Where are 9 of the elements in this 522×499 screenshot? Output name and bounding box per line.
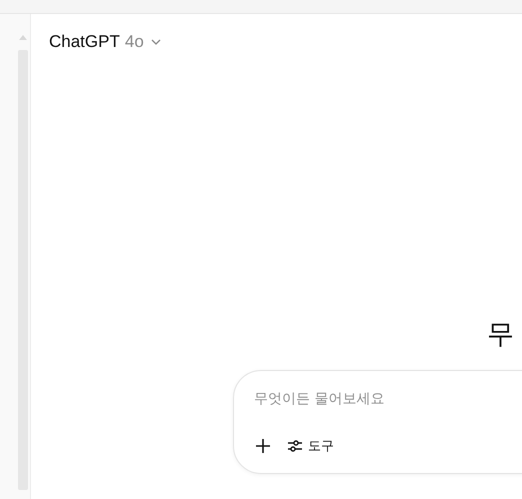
sliders-icon — [288, 439, 302, 453]
tools-button[interactable]: 도구 — [286, 435, 336, 457]
scroll-up-icon[interactable] — [19, 35, 27, 40]
headline: 무 — [487, 318, 515, 352]
add-button[interactable] — [254, 437, 272, 455]
model-selector[interactable]: ChatGPT 4o — [47, 32, 163, 52]
chevron-down-icon — [150, 39, 161, 45]
message-composer[interactable]: 무엇이든 물어보세요 도구 — [233, 370, 522, 474]
plus-icon — [256, 439, 270, 453]
